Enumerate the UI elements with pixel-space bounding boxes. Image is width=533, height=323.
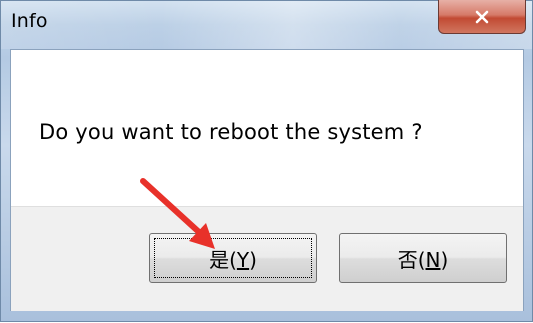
dialog-window: Info Do you want to reboot the system ? … xyxy=(0,0,533,322)
no-button-label: 否(N) xyxy=(397,247,449,272)
close-button[interactable] xyxy=(438,0,526,34)
message-area: Do you want to reboot the system ? xyxy=(11,50,523,206)
close-icon xyxy=(474,10,490,24)
no-button[interactable]: 否(N) xyxy=(339,233,507,283)
dialog-message: Do you want to reboot the system ? xyxy=(39,120,423,144)
button-area: 是(Y) 否(N) xyxy=(11,206,523,311)
window-title: Info xyxy=(11,10,48,32)
title-bar[interactable]: Info xyxy=(1,0,532,49)
yes-button-label: 是(Y) xyxy=(209,247,257,272)
dialog-body: Do you want to reboot the system ? 是(Y) … xyxy=(10,49,524,311)
yes-button[interactable]: 是(Y) xyxy=(149,233,317,283)
